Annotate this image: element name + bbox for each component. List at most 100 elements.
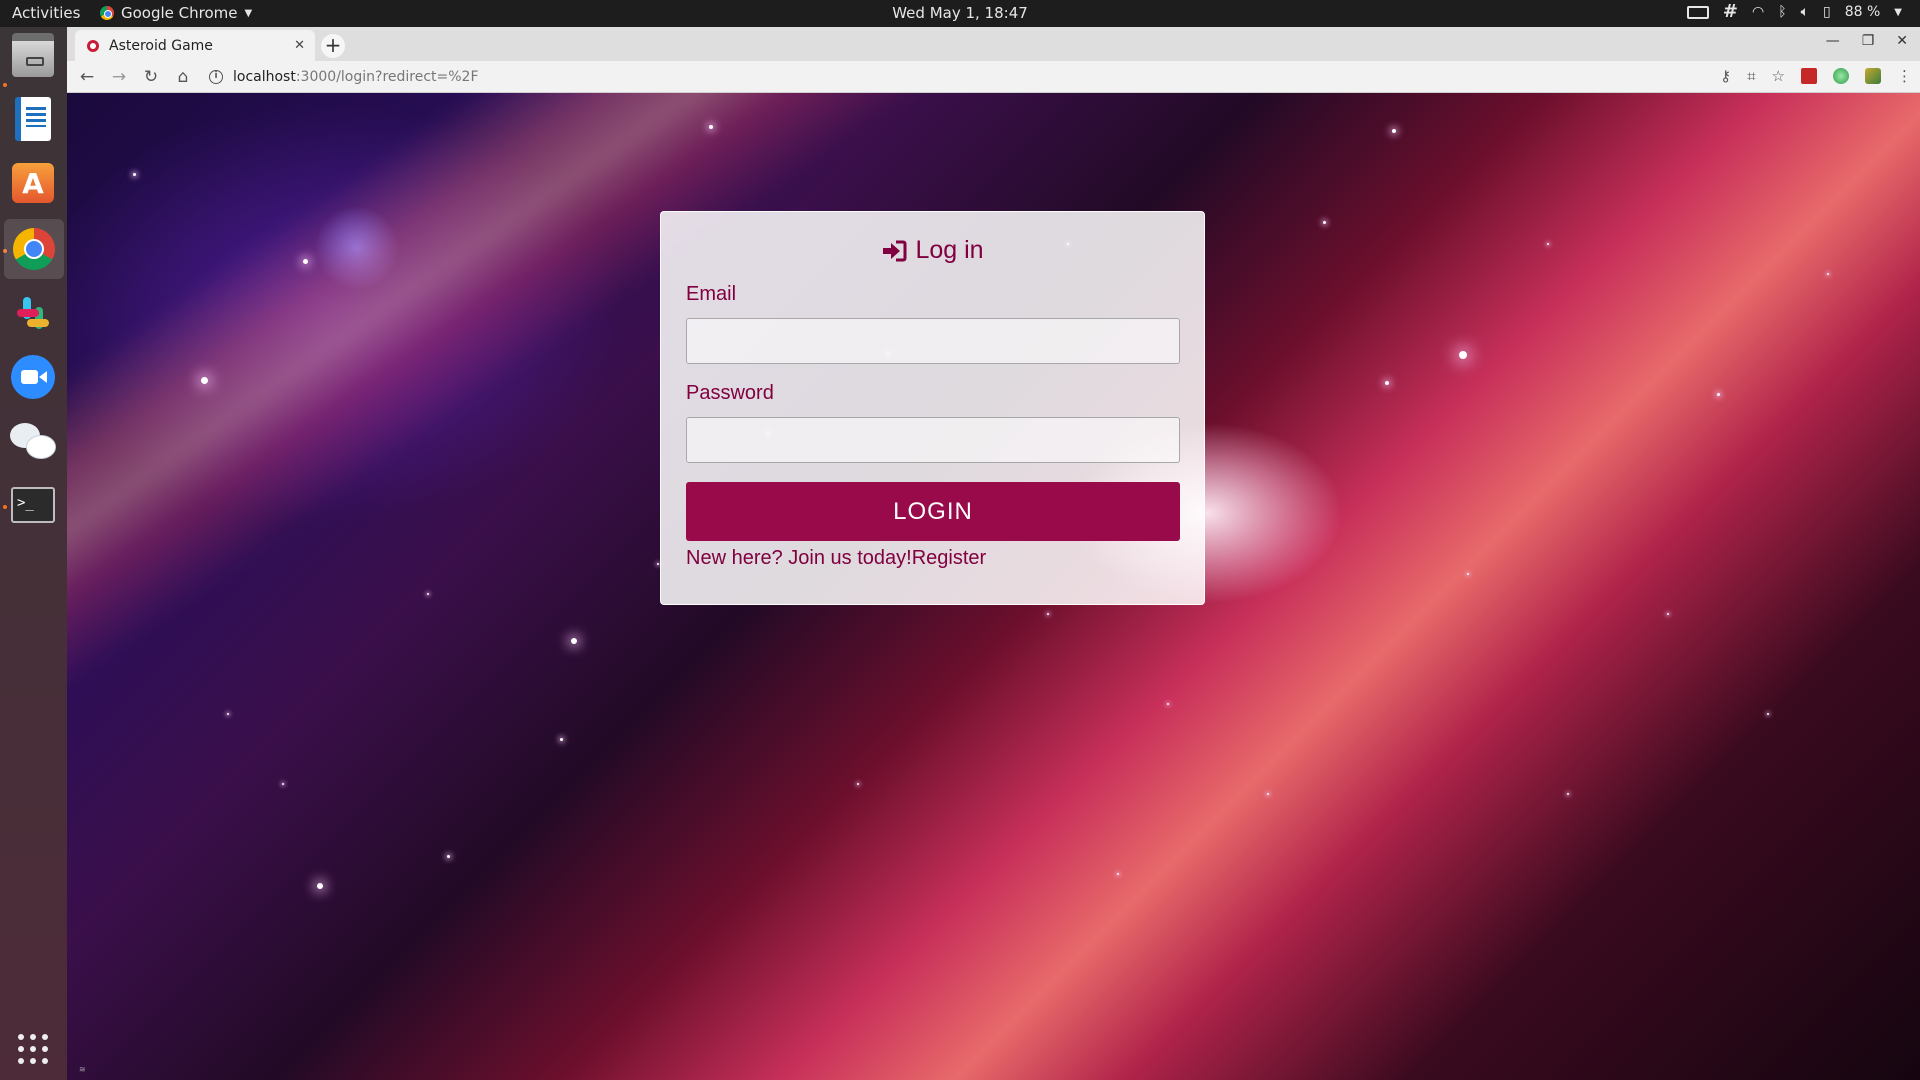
- star: [1392, 129, 1396, 133]
- login-card: Log in Email Password LOGIN New here? Jo…: [660, 211, 1205, 605]
- chrome-icon: [100, 6, 114, 20]
- star: [1547, 243, 1549, 245]
- star: [317, 883, 323, 889]
- star: [1117, 873, 1119, 875]
- software-center-icon: A: [12, 163, 54, 203]
- system-top-bar: Activities Google Chrome ▼ Wed May 1, 18…: [0, 0, 1920, 27]
- slack-icon: [15, 295, 51, 331]
- translate-icon[interactable]: ⌗: [1747, 67, 1755, 85]
- star: [227, 713, 229, 715]
- star: [303, 259, 308, 264]
- chrome-icon: [13, 228, 55, 270]
- restore-icon[interactable]: ❐: [1862, 33, 1875, 49]
- terminal-icon: >_: [11, 487, 55, 523]
- running-indicator: [3, 83, 7, 87]
- volume-icon[interactable]: 🔈︎: [1801, 4, 1809, 20]
- slack-tray-icon[interactable]: #: [1723, 3, 1738, 21]
- star: [427, 593, 429, 595]
- wechat-icon: [10, 421, 56, 461]
- page-viewport: ≋ Log in Email Password LOGIN New here? …: [67, 93, 1920, 1080]
- star: [1323, 221, 1326, 224]
- tab-asteroid-game[interactable]: Asteroid Game ✕: [75, 30, 315, 61]
- register-prompt: New here? Join us today!Register: [686, 547, 1179, 570]
- files-launcher[interactable]: [9, 31, 57, 79]
- app-dock: A >_: [0, 27, 67, 1080]
- url-path: :3000/login?redirect=%2F: [295, 69, 479, 85]
- slack-launcher[interactable]: [9, 289, 57, 337]
- star: [1767, 713, 1769, 715]
- tab-title: Asteroid Game: [109, 37, 213, 54]
- star: [1827, 273, 1829, 275]
- star: [857, 783, 859, 785]
- keyboard-icon[interactable]: [1686, 5, 1709, 19]
- password-key-icon[interactable]: ⚷: [1720, 67, 1731, 85]
- star: [657, 563, 659, 565]
- reload-icon[interactable]: ↻: [135, 67, 167, 87]
- libreoffice-writer-icon: [15, 97, 51, 141]
- url-host: localhost: [233, 69, 296, 85]
- extension-green-icon[interactable]: [1833, 68, 1849, 84]
- star: [282, 783, 284, 785]
- terminal-launcher[interactable]: >_: [9, 481, 57, 529]
- minimize-icon[interactable]: —: [1826, 33, 1840, 49]
- star: [1385, 381, 1389, 385]
- extension-red-icon[interactable]: [1801, 68, 1817, 84]
- star: [571, 638, 577, 644]
- caret-down-icon: ▼: [244, 7, 253, 19]
- star: [1567, 793, 1569, 795]
- new-tab-button[interactable]: +: [321, 34, 345, 58]
- back-arrow-icon[interactable]: ←: [71, 67, 103, 87]
- extension-profile-icon[interactable]: [1865, 68, 1881, 84]
- tab-close-icon[interactable]: ✕: [294, 38, 305, 53]
- zoom-icon: [11, 355, 55, 399]
- login-button[interactable]: LOGIN: [686, 482, 1180, 541]
- star: [1167, 703, 1169, 705]
- app-menu[interactable]: Google Chrome ▼: [100, 4, 252, 22]
- password-field[interactable]: [686, 417, 1180, 463]
- star: [560, 738, 563, 741]
- register-prompt-text: New here? Join us today!: [686, 547, 912, 569]
- password-label: Password: [686, 382, 774, 404]
- sign-in-icon: [883, 240, 907, 261]
- bluetooth-icon[interactable]: ᛒ: [1778, 4, 1786, 20]
- app-menu-label: Google Chrome: [121, 4, 238, 22]
- battery-icon[interactable]: ▯: [1823, 4, 1831, 20]
- wechat-launcher[interactable]: [9, 417, 57, 465]
- star: [709, 125, 713, 129]
- files-icon: [12, 33, 54, 77]
- clock[interactable]: Wed May 1, 18:47: [0, 4, 1920, 22]
- login-title: Log in: [915, 236, 984, 264]
- toolbar-actions: ⚷ ⌗ ☆ ⋮: [1720, 67, 1912, 85]
- system-tray[interactable]: # ◠ ᛒ 🔈︎ ▯ 88 % ▼: [1686, 3, 1902, 21]
- show-applications-button[interactable]: [9, 1025, 57, 1073]
- address-bar[interactable]: i localhost:3000/login?redirect=%2F: [209, 64, 1739, 90]
- forward-arrow-icon[interactable]: →: [103, 67, 135, 87]
- wifi-icon[interactable]: ◠: [1752, 4, 1764, 20]
- home-icon[interactable]: ⌂: [167, 67, 199, 87]
- site-favicon-icon: [85, 38, 101, 54]
- background-watermark: ≋: [79, 1065, 86, 1074]
- software-center-launcher[interactable]: A: [9, 159, 57, 207]
- site-info-icon[interactable]: i: [209, 70, 223, 84]
- star: [1717, 393, 1720, 396]
- star: [1467, 573, 1469, 575]
- star: [133, 173, 136, 176]
- running-indicator: [3, 505, 7, 509]
- register-link[interactable]: Register: [912, 547, 986, 569]
- zoom-launcher[interactable]: [9, 353, 57, 401]
- star: [1667, 613, 1669, 615]
- bookmark-star-icon[interactable]: ☆: [1772, 67, 1785, 85]
- activities-button[interactable]: Activities: [12, 4, 80, 22]
- system-menu-caret-icon[interactable]: ▼: [1894, 7, 1902, 18]
- battery-percentage: 88 %: [1844, 4, 1881, 20]
- star: [1459, 351, 1467, 359]
- chrome-menu-icon[interactable]: ⋮: [1897, 67, 1912, 85]
- app-grid-icon: [18, 1034, 48, 1064]
- email-field[interactable]: [686, 318, 1180, 364]
- login-heading: Log in: [686, 236, 1179, 265]
- writer-launcher[interactable]: [9, 95, 57, 143]
- star: [201, 377, 208, 384]
- browser-window: Asteroid Game ✕ + — ❐ ✕ ← → ↻ ⌂ i localh…: [67, 27, 1920, 1080]
- chrome-launcher[interactable]: [4, 219, 64, 279]
- close-window-icon[interactable]: ✕: [1896, 33, 1908, 49]
